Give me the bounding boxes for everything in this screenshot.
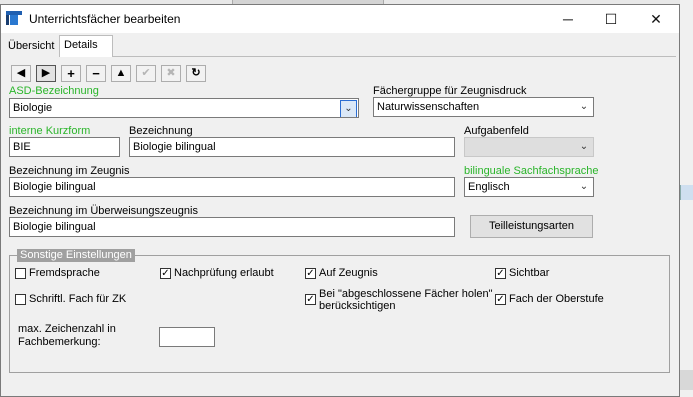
oberstufe-checkbox[interactable]: ✓: [495, 294, 506, 305]
refresh-button[interactable]: ↻: [186, 65, 206, 82]
background-scroll-element: [680, 185, 693, 200]
checkmark-icon: ✓: [496, 294, 505, 305]
faechergruppe-combo[interactable]: Naturwissenschaften ⌄: [373, 97, 594, 117]
bezeichnung-label: Bezeichnung: [129, 125, 193, 137]
checkmark-icon: ✓: [496, 268, 505, 279]
bezeichnung-zeugnis-field[interactable]: Biologie bilingual: [9, 177, 455, 197]
background-element: [680, 370, 693, 390]
chevron-down-icon[interactable]: ⌄: [575, 178, 593, 196]
app-icon: [6, 11, 22, 25]
arrow-right-icon: ▶: [41, 67, 51, 79]
nachpruefung-checkbox[interactable]: ✓: [160, 268, 171, 279]
max-zeichenzahl-label-line1: max. Zeichenzahl in: [18, 323, 116, 335]
sachfachsprache-label: bilinguale Sachfachsprache: [464, 165, 599, 177]
cancel-edit-button[interactable]: ✖: [161, 65, 181, 82]
chevron-down-icon[interactable]: ⌄: [340, 100, 357, 117]
next-record-button[interactable]: ▶: [36, 65, 56, 82]
sichtbar-checkbox[interactable]: ✓: [495, 268, 506, 279]
schriftl-fach-checkbox[interactable]: [15, 294, 26, 305]
sonstige-einstellungen-title: Sonstige Einstellungen: [17, 249, 135, 262]
teilleistungsarten-button[interactable]: Teilleistungsarten: [470, 215, 593, 238]
abgeschlossene-faecher-label-line2: berücksichtigen: [319, 300, 396, 312]
minus-icon: −: [92, 66, 100, 81]
prev-record-button[interactable]: ◀: [11, 65, 31, 82]
plus-icon: +: [67, 66, 75, 81]
max-zeichenzahl-label-line2: Fachbemerkung:: [18, 336, 101, 348]
delete-record-button[interactable]: −: [86, 65, 106, 82]
move-up-button[interactable]: ▲: [111, 65, 131, 82]
nachpruefung-label: Nachprüfung erlaubt: [174, 267, 274, 279]
ueberweisungszeugnis-label: Bezeichnung im Überweisungszeugnis: [9, 205, 198, 217]
bezeichnung-zeugnis-value: Biologie bilingual: [13, 181, 96, 193]
checkmark-icon: ✓: [306, 268, 315, 279]
checkmark-icon: ✓: [306, 294, 315, 305]
fremdsprache-checkbox[interactable]: [15, 268, 26, 279]
aufgabenfeld-combo[interactable]: ⌄: [464, 137, 594, 157]
cancel-icon: ✖: [166, 67, 176, 79]
max-zeichenzahl-field[interactable]: [159, 327, 215, 347]
tab-details[interactable]: Details: [59, 35, 113, 57]
checkmark-icon: ✓: [161, 268, 170, 279]
minimize-button[interactable]: ─: [545, 6, 591, 32]
asd-bezeichnung-label: ASD-Bezeichnung: [9, 85, 99, 97]
chevron-down-icon[interactable]: ⌄: [575, 98, 593, 116]
window-title: Unterrichtsfächer bearbeiten: [29, 12, 181, 26]
interne-kurzform-value: BIE: [13, 141, 31, 153]
aufgabenfeld-label: Aufgabenfeld: [464, 125, 529, 137]
refresh-icon: ↻: [191, 67, 201, 79]
background-window-right: [680, 0, 693, 397]
bezeichnung-field[interactable]: Biologie bilingual: [129, 137, 455, 157]
confirm-button[interactable]: ✔: [136, 65, 156, 82]
bezeichnung-zeugnis-label: Bezeichnung im Zeugnis: [9, 165, 130, 177]
sachfachsprache-value: Englisch: [468, 181, 510, 193]
maximize-button[interactable]: ☐: [588, 6, 634, 32]
close-button[interactable]: ✕: [633, 6, 679, 32]
fremdsprache-label: Fremdsprache: [29, 267, 100, 279]
sachfachsprache-combo[interactable]: Englisch ⌄: [464, 177, 594, 197]
faechergruppe-value: Naturwissenschaften: [377, 101, 480, 113]
auf-zeugnis-label: Auf Zeugnis: [319, 267, 378, 279]
asd-bezeichnung-value: Biologie: [13, 102, 53, 114]
schriftl-fach-label: Schriftl. Fach für ZK: [29, 293, 127, 305]
ueberweisungszeugnis-value: Biologie bilingual: [13, 221, 96, 233]
interne-kurzform-label: interne Kurzform: [9, 125, 91, 137]
ueberweisungszeugnis-field[interactable]: Biologie bilingual: [9, 217, 455, 237]
sichtbar-label: Sichtbar: [509, 267, 550, 279]
interne-kurzform-field[interactable]: BIE: [9, 137, 120, 157]
faechergruppe-label: Fächergruppe für Zeugnisdruck: [373, 85, 527, 97]
arrow-up-icon: ▲: [115, 67, 127, 79]
chevron-down-icon[interactable]: ⌄: [575, 138, 593, 156]
oberstufe-label: Fach der Oberstufe: [509, 293, 604, 305]
checkmark-icon: ✔: [141, 67, 151, 79]
auf-zeugnis-checkbox[interactable]: ✓: [305, 268, 316, 279]
abgeschlossene-faecher-checkbox[interactable]: ✓: [305, 294, 316, 305]
asd-bezeichnung-combo[interactable]: Biologie ⌄: [9, 98, 359, 118]
add-record-button[interactable]: +: [61, 65, 81, 82]
arrow-left-icon: ◀: [16, 67, 26, 79]
bezeichnung-value: Biologie bilingual: [133, 141, 216, 153]
tab-uebersicht[interactable]: Übersicht: [3, 36, 65, 57]
